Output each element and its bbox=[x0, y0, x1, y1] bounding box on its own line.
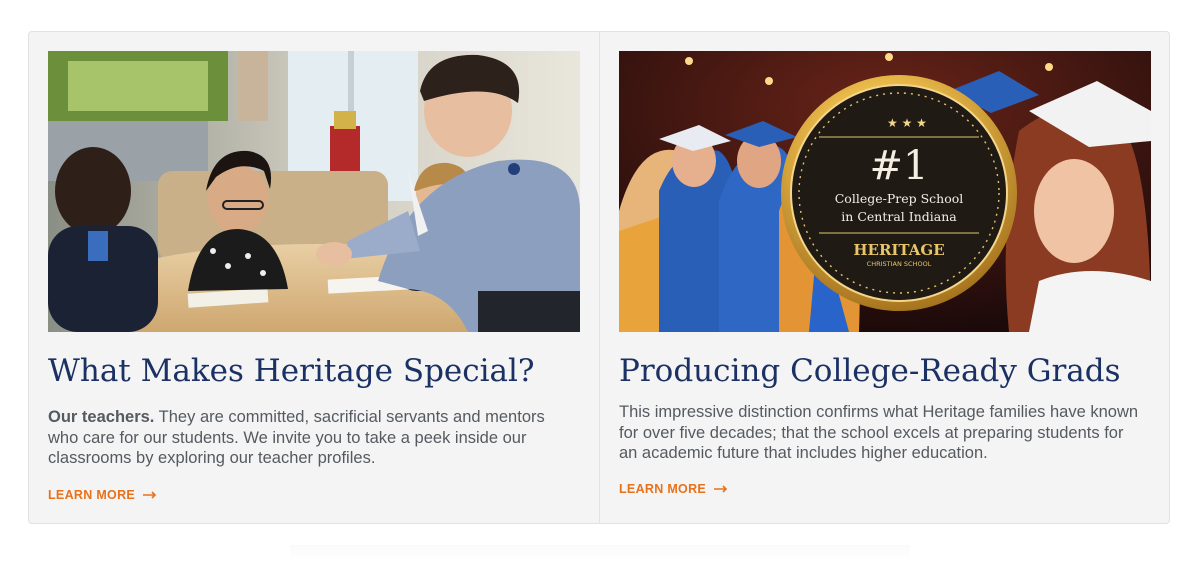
card-description: Our teachers. They are committed, sacrif… bbox=[48, 407, 573, 469]
learn-more-label: LEARN MORE bbox=[48, 488, 136, 502]
card-title: Producing College-Ready Grads bbox=[619, 353, 1121, 389]
classroom-photo[interactable] bbox=[48, 51, 580, 332]
arrow-right-icon bbox=[143, 491, 157, 499]
badge-rank: #1 bbox=[870, 143, 929, 189]
learn-more-label: LEARN MORE bbox=[619, 482, 707, 496]
badge-line-2: in Central Indiana bbox=[841, 209, 957, 224]
card-description: This impressive distinction confirms wha… bbox=[619, 403, 1139, 462]
card-lead: Our teachers. bbox=[48, 408, 155, 426]
card-title: What Makes Heritage Special? bbox=[48, 353, 535, 389]
learn-more-link[interactable]: LEARN MORE bbox=[48, 488, 157, 502]
graduation-photo[interactable]: ★ ★ ★ #1 College-Prep School in Central … bbox=[619, 51, 1151, 332]
badge-brand: HERITAGE bbox=[853, 241, 944, 259]
section-divider-shadow bbox=[290, 545, 910, 561]
badge-brand-sub: CHRISTIAN SCHOOL bbox=[867, 260, 932, 268]
badge-line-1: College-Prep School bbox=[835, 191, 964, 206]
learn-more-link[interactable]: LEARN MORE bbox=[619, 482, 728, 496]
feature-panel: What Makes Heritage Special? Our teacher… bbox=[28, 31, 1170, 524]
feature-card-teachers: What Makes Heritage Special? Our teacher… bbox=[29, 32, 599, 523]
arrow-right-icon bbox=[714, 485, 728, 493]
svg-text:★ ★ ★: ★ ★ ★ bbox=[887, 116, 927, 130]
feature-card-graduates: ★ ★ ★ #1 College-Prep School in Central … bbox=[599, 32, 1169, 523]
